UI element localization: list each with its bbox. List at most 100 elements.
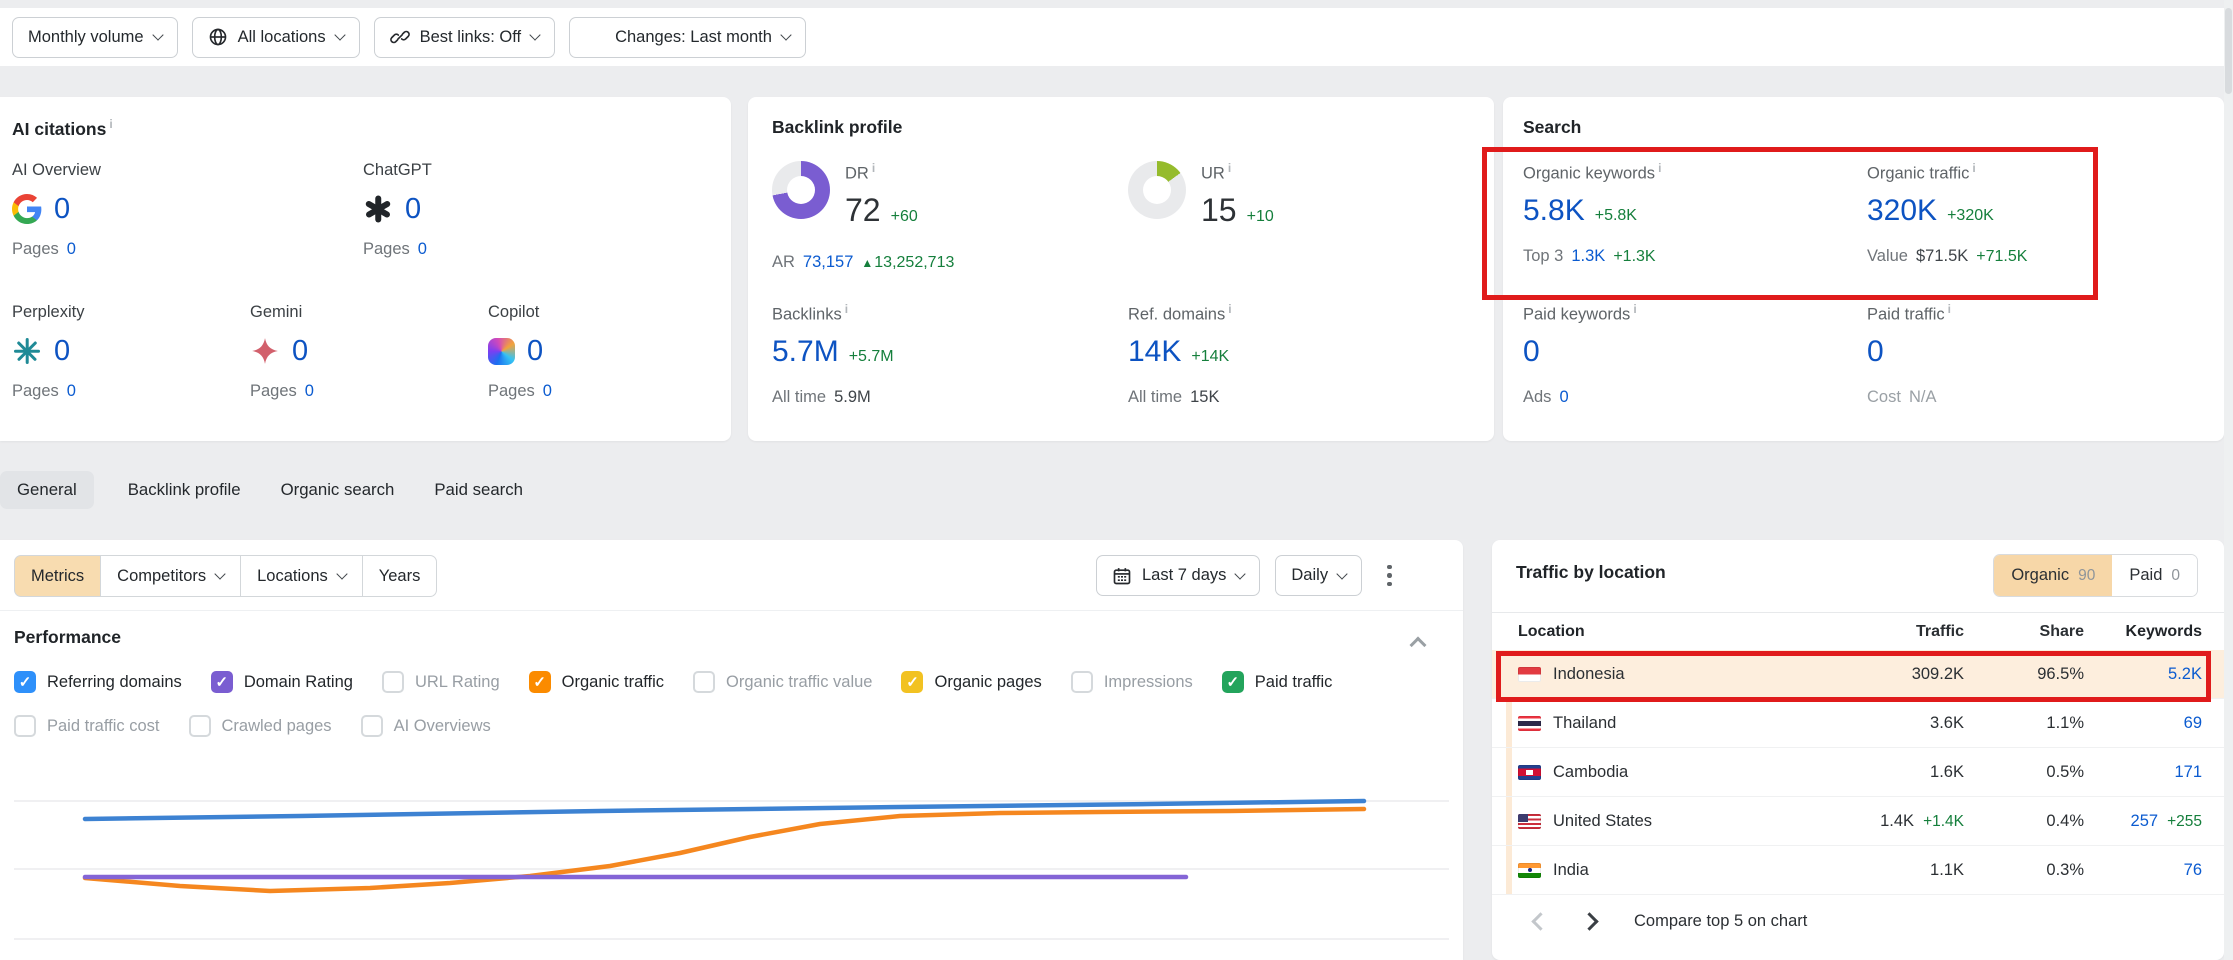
- column-keywords[interactable]: Keywords: [2084, 623, 2224, 641]
- toggle-paid[interactable]: Paid 0: [2112, 555, 2197, 596]
- view-competitors[interactable]: Competitors: [100, 555, 241, 597]
- location-cell: India: [1492, 861, 1774, 880]
- location-row-cambodia[interactable]: Cambodia1.6K0.5%171: [1492, 748, 2224, 797]
- info-icon[interactable]: i: [1633, 302, 1636, 316]
- filter-all-locations[interactable]: All locations: [192, 17, 360, 58]
- info-icon[interactable]: i: [1228, 161, 1231, 175]
- pages-count-link[interactable]: 0: [67, 240, 76, 259]
- metric-checkbox-impressions[interactable]: Impressions: [1071, 671, 1193, 693]
- metric-checkbox-organic-traffic-value[interactable]: Organic traffic value: [693, 671, 872, 693]
- ai-source-ai-overview: AI Overview0Pages0: [12, 161, 363, 259]
- metric-checkbox-paid-traffic-cost[interactable]: Paid traffic cost: [14, 715, 160, 737]
- toggle-organic[interactable]: Organic 90: [1994, 555, 2112, 596]
- filter-best-links-off[interactable]: Best links: Off: [374, 17, 555, 58]
- info-icon[interactable]: i: [872, 161, 875, 175]
- metric-checkbox-url-rating[interactable]: URL Rating: [382, 671, 500, 693]
- metric-label: Impressions: [1104, 673, 1193, 692]
- metric-checkbox-referring-domains[interactable]: ✓Referring domains: [14, 671, 182, 693]
- view-metrics[interactable]: Metrics: [14, 555, 101, 597]
- flag-icon-th: [1518, 716, 1541, 731]
- view-label: Metrics: [31, 567, 84, 586]
- scrollbar[interactable]: [2224, 0, 2233, 960]
- filter-changes-last-month[interactable]: Changes: Last month: [569, 17, 806, 58]
- info-icon[interactable]: i: [1948, 302, 1951, 316]
- metric-label: Organic traffic: [562, 673, 664, 692]
- share-cell: 96.5%: [1964, 665, 2084, 684]
- traffic-value: 1.6K: [1930, 763, 1964, 782]
- paid-keywords-value-link[interactable]: 0: [1523, 335, 1540, 369]
- tab-paid-search[interactable]: Paid search: [428, 471, 529, 509]
- pages-label: Pages: [363, 240, 410, 259]
- organic-traffic-value-link[interactable]: 320K: [1867, 194, 1937, 228]
- scrollbar-thumb[interactable]: [2225, 8, 2232, 94]
- traffic-change: +1.4K: [1923, 813, 1964, 831]
- location-name: Thailand: [1553, 714, 1616, 733]
- ads-label: Ads: [1523, 388, 1551, 407]
- filter-monthly-volume[interactable]: Monthly volume: [12, 17, 178, 58]
- ai-citations-count-link[interactable]: 0: [54, 193, 70, 226]
- view-label: Competitors: [117, 567, 206, 586]
- pages-count-link[interactable]: 0: [67, 382, 76, 401]
- kebab-menu-icon[interactable]: [1377, 559, 1402, 593]
- collapse-chevron-up-icon[interactable]: [1410, 637, 1427, 654]
- metric-checkbox-crawled-pages[interactable]: Crawled pages: [189, 715, 332, 737]
- pagination-next-icon[interactable]: [1580, 912, 1598, 930]
- ai-source-copilot: Copilot0Pages0: [488, 303, 726, 401]
- backlinks-value-link[interactable]: 5.7M: [772, 335, 839, 369]
- info-icon[interactable]: i: [845, 302, 848, 316]
- organic-keywords-change: +5.8K: [1595, 207, 1637, 225]
- location-table-body: Indonesia309.2K96.5%5.2KThailand3.6K1.1%…: [1492, 650, 2224, 895]
- tab-general[interactable]: General: [0, 471, 94, 509]
- metric-checkbox-row-2: Paid traffic cost Crawled pages AI Overvie…: [14, 715, 491, 737]
- info-icon[interactable]: i: [1228, 302, 1231, 316]
- filter-label: Monthly volume: [28, 28, 144, 47]
- pages-count-link[interactable]: 0: [543, 382, 552, 401]
- ref-domains-value-link[interactable]: 14K: [1128, 335, 1181, 369]
- top3-value-link[interactable]: 1.3K: [1571, 247, 1605, 266]
- pages-count-link[interactable]: 0: [305, 382, 314, 401]
- keywords-count-link[interactable]: 5.2K: [2168, 665, 2202, 684]
- keywords-count-link[interactable]: 171: [2174, 763, 2202, 782]
- metric-checkbox-paid-traffic[interactable]: ✓Paid traffic: [1222, 671, 1333, 693]
- metric-checkbox-organic-pages[interactable]: ✓Organic pages: [901, 671, 1041, 693]
- view-years[interactable]: Years: [362, 555, 438, 597]
- info-icon[interactable]: i: [1972, 161, 1975, 175]
- keywords-count-link[interactable]: 257: [2131, 812, 2159, 831]
- ar-value-link[interactable]: 73,157: [803, 253, 853, 272]
- location-row-indonesia[interactable]: Indonesia309.2K96.5%5.2K: [1492, 650, 2224, 699]
- date-range-button[interactable]: Last 7 days: [1096, 555, 1260, 596]
- ai-citations-count-link[interactable]: 0: [527, 335, 543, 368]
- ads-value-link[interactable]: 0: [1559, 388, 1568, 407]
- location-row-thailand[interactable]: Thailand3.6K1.1%69: [1492, 699, 2224, 748]
- column-traffic[interactable]: Traffic: [1774, 623, 1964, 641]
- metric-checkbox-ai-overviews[interactable]: AI Overviews: [361, 715, 491, 737]
- view-locations[interactable]: Locations: [240, 555, 363, 597]
- organic-keywords-value-link[interactable]: 5.8K: [1523, 194, 1585, 228]
- traffic-cell: 1.1K: [1774, 861, 1964, 880]
- tab-organic-search[interactable]: Organic search: [275, 471, 401, 509]
- metric-checkbox-row-1: ✓Referring domains ✓Domain Rating URL Rati…: [14, 671, 1332, 693]
- info-icon[interactable]: i: [109, 117, 112, 131]
- paid-traffic-value-link[interactable]: 0: [1867, 335, 1884, 369]
- traffic-by-location-card: Traffic by location Organic 90 Paid 0 Lo…: [1492, 540, 2224, 960]
- location-row-india[interactable]: India1.1K0.3%76: [1492, 846, 2224, 895]
- ai-citations-count-link[interactable]: 0: [54, 335, 70, 368]
- pages-count-link[interactable]: 0: [418, 240, 427, 259]
- info-icon[interactable]: i: [1658, 161, 1661, 175]
- column-share[interactable]: Share: [1964, 623, 2084, 641]
- keywords-count-link[interactable]: 76: [2184, 861, 2202, 880]
- metric-checkbox-organic-traffic[interactable]: ✓Organic traffic: [529, 671, 664, 693]
- copilot-icon: [488, 338, 515, 365]
- location-table-header: Location Traffic Share Keywords: [1492, 613, 2224, 650]
- flag-icon-us: [1518, 814, 1541, 829]
- pagination-prev-icon[interactable]: [1531, 912, 1549, 930]
- location-row-united-states[interactable]: United States1.4K+1.4K0.4%257+255: [1492, 797, 2224, 846]
- metric-checkbox-domain-rating[interactable]: ✓Domain Rating: [211, 671, 353, 693]
- granularity-button[interactable]: Daily: [1275, 555, 1362, 596]
- tab-backlink-profile[interactable]: Backlink profile: [122, 471, 247, 509]
- ai-source-name: Gemini: [250, 303, 488, 322]
- ai-citations-count-link[interactable]: 0: [292, 335, 308, 368]
- ai-source-value-row: 0: [363, 191, 714, 227]
- ai-citations-count-link[interactable]: 0: [405, 193, 421, 226]
- keywords-count-link[interactable]: 69: [2184, 714, 2202, 733]
